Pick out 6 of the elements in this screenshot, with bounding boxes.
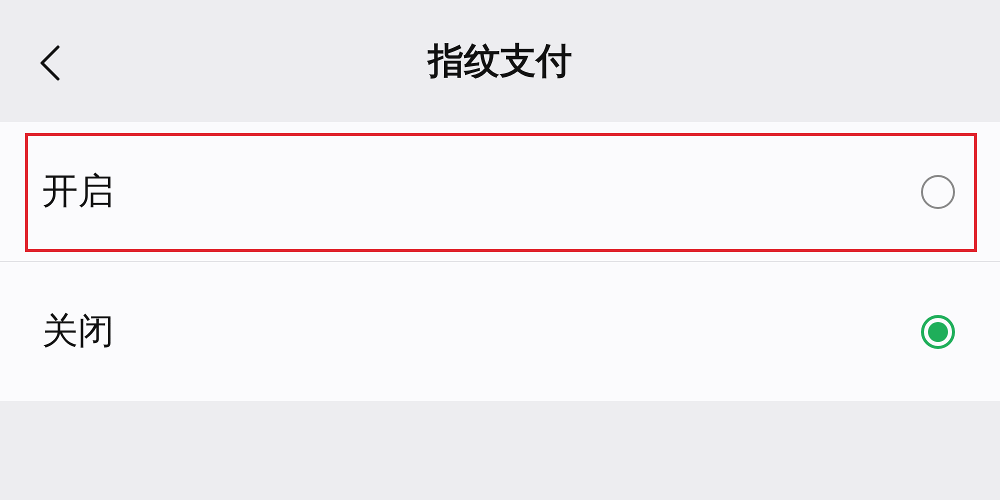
radio-button[interactable]: [921, 174, 955, 208]
radio-button[interactable]: [921, 314, 955, 348]
page-title: 指纹支付: [428, 40, 572, 84]
option-label[interactable]: 关闭: [42, 307, 114, 356]
back-icon[interactable]: [38, 45, 62, 81]
option-label[interactable]: 开启: [42, 167, 114, 216]
